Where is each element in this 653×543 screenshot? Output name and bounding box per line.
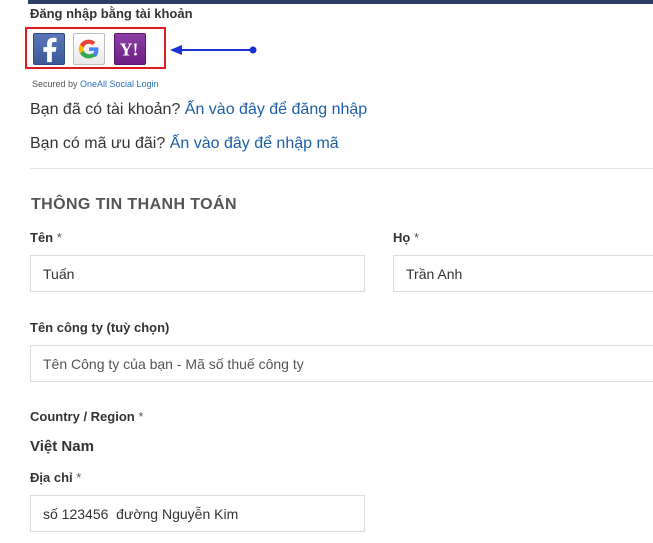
last-name-input[interactable] xyxy=(393,255,653,292)
required-marker: * xyxy=(410,230,420,245)
facebook-login-button[interactable] xyxy=(33,33,65,65)
first-name-label-text: Tên xyxy=(30,230,54,245)
first-name-label: Tên * xyxy=(30,230,62,245)
required-marker: * xyxy=(53,230,62,245)
facebook-icon xyxy=(43,37,57,63)
top-border-bar xyxy=(28,0,653,4)
yahoo-icon: Y! xyxy=(120,40,139,60)
google-icon xyxy=(78,39,99,59)
coupon-prompt: Bạn có mã ưu đãi? Ấn vào đây để nhập mã xyxy=(30,135,339,153)
company-label: Tên công ty (tuỳ chọn) xyxy=(30,320,170,335)
social-login-highlight-box: Y! xyxy=(25,27,166,69)
login-link[interactable]: Ấn vào đây để đăng nhập xyxy=(185,101,367,118)
yahoo-login-button[interactable]: Y! xyxy=(114,33,146,65)
country-label: Country / Region * xyxy=(30,409,143,424)
company-input[interactable] xyxy=(30,345,653,382)
arrow-pointer-icon xyxy=(170,45,257,55)
last-name-label-text: Họ xyxy=(393,230,411,245)
svg-text:Y!: Y! xyxy=(120,40,139,60)
secured-by-note: Secured by OneAll Social Login xyxy=(32,79,159,89)
required-marker: * xyxy=(134,409,144,424)
google-login-button[interactable] xyxy=(73,33,105,65)
coupon-link[interactable]: Ấn vào đây để nhập mã xyxy=(170,135,339,152)
oneall-link[interactable]: OneAll Social Login xyxy=(80,79,159,89)
last-name-label: Họ * xyxy=(393,230,419,245)
section-divider xyxy=(30,168,653,169)
billing-section-title: THÔNG TIN THANH TOÁN xyxy=(31,196,237,213)
login-prompt-text: Bạn đã có tài khoản? xyxy=(30,101,185,118)
secured-by-prefix: Secured by xyxy=(32,79,81,89)
address-input[interactable] xyxy=(30,495,365,532)
login-prompt: Bạn đã có tài khoản? Ấn vào đây để đăng … xyxy=(30,101,367,119)
required-marker: * xyxy=(72,470,82,485)
country-label-text: Country / Region xyxy=(30,409,135,424)
country-value: Việt Nam xyxy=(30,438,94,455)
address-label: Địa chỉ * xyxy=(30,470,81,485)
coupon-prompt-text: Bạn có mã ưu đãi? xyxy=(30,135,170,152)
social-login-title: Đăng nhập bằng tài khoản xyxy=(30,6,193,21)
first-name-input[interactable] xyxy=(30,255,365,292)
address-label-text: Địa chỉ xyxy=(30,470,73,485)
